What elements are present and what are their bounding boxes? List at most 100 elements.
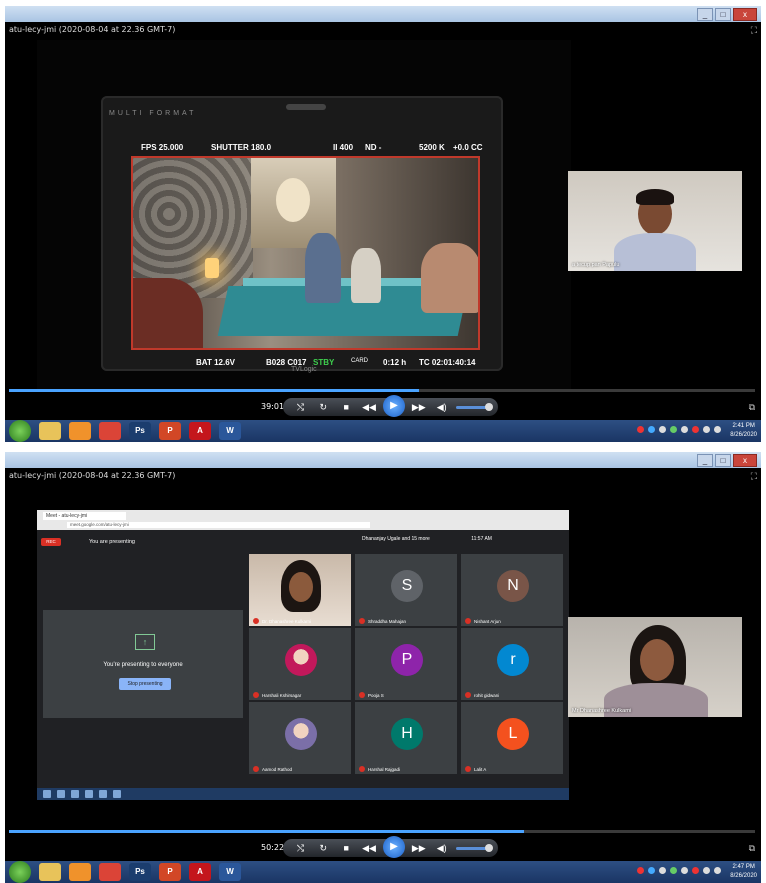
monitor-shutter: SHUTTER 180.0 (211, 143, 272, 152)
mic-off-icon (359, 766, 365, 772)
play-button[interactable]: ▶ (382, 836, 405, 858)
mic-off-icon (465, 618, 471, 624)
shuffle-icon[interactable]: ⤭ (291, 843, 309, 854)
playback-controls: 50:22 ⤭ ↻ ■ ◀◀ ▶ ▶▶ ◀) ⧉ (5, 835, 761, 861)
presenter-head (640, 639, 674, 681)
volume-tray-icon[interactable] (714, 867, 721, 874)
participant-tile[interactable]: Dr. Dhanashree Kulkarni (249, 554, 351, 626)
participant-tile[interactable]: r rohit gidwani (461, 628, 563, 700)
maximize-button[interactable]: □ (715, 454, 731, 467)
participant-tile[interactable]: L Lalit A (461, 702, 563, 774)
switch-to-library-icon[interactable]: ⧉ (749, 402, 755, 413)
tray-icon[interactable] (670, 867, 677, 874)
poster-face (276, 178, 310, 222)
photoshop-icon[interactable]: Ps (129, 422, 151, 440)
taskbar-clock[interactable]: 2:47 PM 8/26/2020 (730, 863, 757, 881)
participant-tile[interactable]: Harshali Kshirsagar (249, 628, 351, 700)
chrome-icon[interactable] (99, 422, 121, 440)
acrobat-icon[interactable]: A (189, 422, 211, 440)
window-titlebar: _ □ x (5, 6, 761, 22)
mute-icon[interactable]: ◀) (433, 402, 451, 413)
powerpoint-icon[interactable]: P (159, 422, 181, 440)
tray-icon[interactable] (659, 426, 666, 433)
switch-to-library-icon[interactable]: ⧉ (749, 843, 755, 854)
tray-icon[interactable] (681, 867, 688, 874)
minimize-button[interactable]: _ (697, 8, 713, 21)
mute-icon[interactable]: ◀) (433, 843, 451, 854)
participant-name: Lalit A (465, 766, 486, 772)
powerpoint-icon[interactable]: P (159, 863, 181, 881)
participant-name: Nishant Arjun (465, 618, 501, 624)
start-button[interactable] (9, 420, 31, 442)
photoshop-icon[interactable]: Ps (129, 863, 151, 881)
tray-icon[interactable] (648, 867, 655, 874)
previous-icon[interactable]: ◀◀ (360, 402, 378, 413)
tray-icon[interactable] (637, 426, 644, 433)
expand-icon[interactable]: ⛶ (751, 471, 757, 482)
network-icon[interactable] (703, 867, 710, 874)
explorer-icon[interactable] (39, 863, 61, 881)
participant-tile[interactable]: S Shraddha Mahajan (355, 554, 457, 626)
browser-chrome: Meet - atu-lecy-jmi meet.google.com/atu-… (37, 510, 569, 530)
next-icon[interactable]: ▶▶ (410, 402, 428, 413)
word-icon[interactable]: W (219, 422, 241, 440)
participant-avatar: r (497, 644, 529, 676)
tray-icon[interactable] (648, 426, 655, 433)
presenting-label: You are presenting (89, 539, 135, 545)
player-window-top: _ □ x atu-lecy-jmi (2020-08-04 at 22.36 … (5, 6, 761, 442)
meeting-participants-label: Dhananjay Ugale and 15 more (362, 536, 430, 542)
participant-tile[interactable]: Aamod Rathod (249, 702, 351, 774)
repeat-icon[interactable]: ↻ (314, 843, 332, 854)
shuffle-icon[interactable]: ⤭ (291, 402, 309, 413)
previous-icon[interactable]: ◀◀ (360, 843, 378, 854)
tray-icon[interactable] (692, 426, 699, 433)
participant-tile[interactable]: H Harshal Rajgadi (355, 702, 457, 774)
shared-taskbar-icon (113, 790, 121, 798)
media-player-icon[interactable] (69, 422, 91, 440)
tray-icon[interactable] (681, 426, 688, 433)
repeat-icon[interactable]: ↻ (314, 402, 332, 413)
participant-tile[interactable]: N Nishant Arjun (461, 554, 563, 626)
tray-icon[interactable] (692, 867, 699, 874)
participant-tile[interactable]: P Pooja S (355, 628, 457, 700)
seek-bar[interactable] (9, 389, 755, 392)
expand-icon[interactable]: ⛶ (751, 25, 757, 36)
participant-name-text: Harshali Kshirsagar (262, 692, 302, 698)
stop-icon[interactable]: ■ (337, 402, 355, 412)
clock-date: 8/26/2020 (730, 432, 757, 438)
word-icon[interactable]: W (219, 863, 241, 881)
stop-presenting-button[interactable]: Stop presenting (119, 678, 171, 690)
stop-icon[interactable]: ■ (337, 843, 355, 853)
address-bar[interactable]: meet.google.com/atu-lecy-jmi (67, 522, 370, 528)
play-button[interactable]: ▶ (382, 395, 405, 417)
chrome-icon[interactable] (99, 863, 121, 881)
explorer-icon[interactable] (39, 422, 61, 440)
volume-tray-icon[interactable] (714, 426, 721, 433)
network-icon[interactable] (703, 426, 710, 433)
participant-photo-avatar (285, 718, 317, 750)
tray-icon[interactable] (637, 867, 644, 874)
volume-slider[interactable] (455, 843, 493, 852)
windows-taskbar: Ps P A W 2:47 PM 8/26/2020 (5, 861, 761, 883)
close-button[interactable]: x (733, 8, 757, 21)
next-icon[interactable]: ▶▶ (410, 843, 428, 854)
close-button[interactable]: x (733, 454, 757, 467)
start-button[interactable] (9, 861, 31, 883)
volume-slider[interactable] (455, 402, 493, 411)
participant-name-text: Pooja S (368, 692, 384, 698)
seek-bar[interactable] (9, 830, 755, 833)
minimize-button[interactable]: _ (697, 454, 713, 467)
tray-icon[interactable] (659, 867, 666, 874)
monitor-nd: ND - (365, 143, 382, 152)
webcam-name-label: a tecup pan Papulu (572, 262, 620, 268)
camera-monitor: MULTI FORMAT FPS 25.000 SHUTTER 180.0 II… (101, 96, 503, 373)
taskbar-clock[interactable]: 2:41 PM 8/26/2020 (730, 422, 757, 440)
monitor-remaining: 0:12 h (383, 358, 407, 367)
maximize-button[interactable]: □ (715, 8, 731, 21)
acrobat-icon[interactable]: A (189, 863, 211, 881)
browser-tab[interactable]: Meet - atu-lecy-jmi (43, 512, 126, 520)
mic-off-icon (253, 692, 259, 698)
tray-icon[interactable] (670, 426, 677, 433)
shared-screen-meet[interactable]: Meet - atu-lecy-jmi meet.google.com/atu-… (37, 510, 569, 800)
media-player-icon[interactable] (69, 863, 91, 881)
